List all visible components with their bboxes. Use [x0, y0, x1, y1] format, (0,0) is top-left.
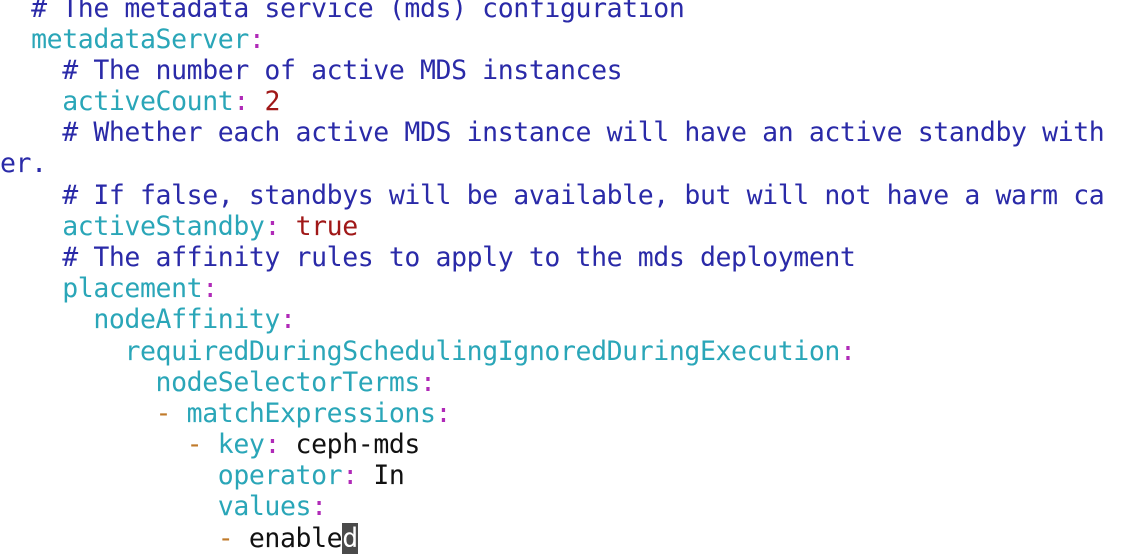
code-line: values: [0, 491, 327, 522]
yaml-key: nodeAffinity [93, 304, 280, 335]
code-line: placement: [0, 273, 218, 304]
code-line: # If false, standbys will be available, … [0, 180, 1105, 211]
comment-text: # The affinity rules to apply to the mds… [62, 242, 856, 273]
code-line: metadataServer: [0, 24, 265, 55]
yaml-number-value: 2 [264, 86, 281, 117]
comment-text: # The metadata service (mds) configurati… [31, 0, 685, 24]
yaml-key: activeCount [62, 86, 234, 117]
code-line: # The number of active MDS instances [0, 55, 622, 86]
code-line: - matchExpressions: [0, 398, 452, 429]
code-line: nodeSelectorTerms: [0, 367, 436, 398]
yaml-key: requiredDuringSchedulingIgnoredDuringExe… [124, 336, 840, 367]
code-line-wrapped: er. [0, 148, 47, 179]
yaml-key: key [217, 429, 265, 460]
comment-text: er. [0, 148, 47, 179]
code-line: operator: In [0, 460, 405, 491]
yaml-key: metadataServer [31, 24, 249, 55]
yaml-colon: : [419, 367, 436, 398]
yaml-list-dash: - [186, 429, 218, 460]
yaml-colon: : [839, 336, 856, 367]
yaml-string-value: ceph-mds [295, 429, 421, 460]
yaml-colon: : [248, 24, 265, 55]
yaml-list-dash: - [217, 523, 249, 554]
yaml-key: matchExpressions [186, 398, 436, 429]
code-line: # Whether each active MDS instance will … [0, 117, 1105, 148]
code-line: # The metadata service (mds) configurati… [0, 0, 685, 24]
comment-text: # If false, standbys will be available, … [62, 180, 1105, 211]
yaml-editor[interactable]: # The metadata service (mds) configurati… [0, 0, 1144, 558]
yaml-key: operator [217, 460, 343, 491]
yaml-colon: : [202, 273, 218, 304]
yaml-key: nodeSelectorTerms [155, 367, 421, 398]
yaml-colon: : [233, 86, 249, 117]
yaml-colon: : [264, 211, 280, 242]
yaml-list-dash: - [155, 398, 187, 429]
text-cursor: d [342, 523, 358, 554]
yaml-colon: : [435, 398, 452, 429]
yaml-colon: : [264, 429, 296, 460]
code-line: - key: ceph-mds [0, 429, 421, 460]
comment-text: # The number of active MDS instances [62, 55, 623, 86]
comment-text: # Whether each active MDS instance will … [62, 117, 1105, 148]
yaml-key: activeStandby [62, 211, 265, 242]
code-line: activeCount: 2 [0, 86, 280, 117]
yaml-colon: : [342, 460, 374, 491]
yaml-key: placement [62, 273, 203, 304]
code-line: nodeAffinity: [0, 304, 296, 335]
yaml-string-value: enable [248, 523, 343, 554]
yaml-key: values [217, 491, 312, 522]
yaml-string-value: In [373, 460, 405, 491]
code-line: - enabled [0, 523, 358, 554]
yaml-bool-value: true [295, 211, 359, 242]
code-line: # The affinity rules to apply to the mds… [0, 242, 856, 273]
code-line: activeStandby: true [0, 211, 358, 242]
yaml-colon: : [311, 491, 327, 522]
code-line: requiredDuringSchedulingIgnoredDuringExe… [0, 336, 856, 367]
yaml-colon: : [279, 304, 296, 335]
